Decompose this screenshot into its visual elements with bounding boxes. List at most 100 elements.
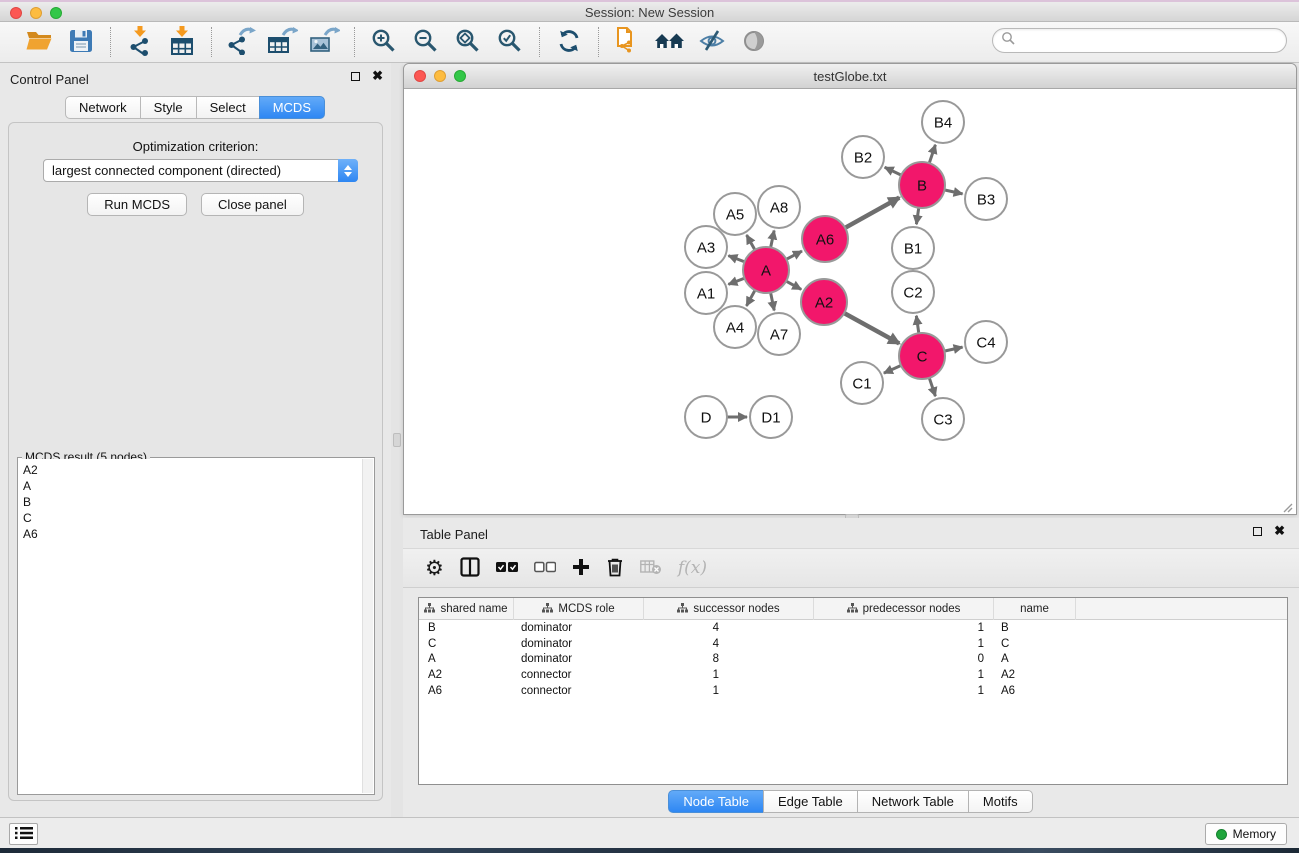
- add-column-button[interactable]: [572, 553, 590, 583]
- close-panel-button[interactable]: Close panel: [201, 193, 304, 216]
- table-cell[interactable]: 0: [814, 653, 994, 665]
- vertical-splitter[interactable]: [391, 63, 403, 817]
- node-A3[interactable]: A3: [685, 226, 727, 268]
- node-D[interactable]: D: [685, 396, 727, 438]
- edge-B-B3[interactable]: [943, 189, 963, 193]
- node-C4[interactable]: C4: [965, 321, 1007, 363]
- edge-C-C4[interactable]: [943, 347, 963, 351]
- table-cell[interactable]: 4: [644, 638, 814, 650]
- edge-A-A7[interactable]: [770, 291, 774, 311]
- table-cell[interactable]: 1: [814, 685, 994, 697]
- table-cell[interactable]: 1: [814, 622, 994, 634]
- node-B4[interactable]: B4: [922, 101, 964, 143]
- open-session-button[interactable]: [22, 26, 56, 58]
- edge-B-B2[interactable]: [885, 167, 903, 176]
- node-table[interactable]: shared nameMCDS rolesuccessor nodesprede…: [418, 597, 1288, 785]
- import-network-button[interactable]: [123, 26, 157, 58]
- column-header-MCDS-role[interactable]: MCDS role: [514, 598, 644, 620]
- node-B2[interactable]: B2: [842, 136, 884, 178]
- export-table-button[interactable]: [266, 26, 300, 58]
- node-A4[interactable]: A4: [714, 306, 756, 348]
- select-all-button[interactable]: [496, 553, 518, 583]
- tab-mcds[interactable]: MCDS: [259, 96, 325, 119]
- export-image-button[interactable]: [308, 26, 342, 58]
- table-cell[interactable]: A: [419, 653, 514, 665]
- table-cell[interactable]: dominator: [514, 638, 644, 650]
- table-cell[interactable]: A: [994, 653, 1076, 665]
- node-B[interactable]: B: [899, 162, 945, 208]
- node-A6[interactable]: A6: [802, 216, 848, 262]
- column-chooser-button[interactable]: [460, 553, 480, 583]
- table-cell[interactable]: connector: [514, 669, 644, 681]
- result-scrollbar[interactable]: [362, 459, 373, 793]
- edge-C-C3[interactable]: [929, 376, 936, 396]
- search-field[interactable]: [992, 28, 1287, 53]
- table-float-icon[interactable]: [1253, 527, 1262, 536]
- table-row[interactable]: Adominator80A: [419, 652, 1287, 668]
- result-item[interactable]: B: [23, 494, 362, 510]
- resize-grip-icon[interactable]: [1281, 500, 1293, 512]
- table-cell[interactable]: 1: [644, 669, 814, 681]
- edge-A6-B[interactable]: [843, 198, 899, 229]
- run-mcds-button[interactable]: Run MCDS: [87, 193, 187, 216]
- zoom-fit-button[interactable]: [451, 26, 485, 58]
- mcds-result-list[interactable]: A2ABCA6: [19, 459, 362, 793]
- zoom-selected-button[interactable]: [493, 26, 527, 58]
- clone-network-button[interactable]: [611, 26, 645, 58]
- tab-style[interactable]: Style: [140, 96, 197, 119]
- node-C3[interactable]: C3: [922, 398, 964, 440]
- table-close-icon[interactable]: ✖: [1274, 526, 1285, 536]
- edge-C-C1[interactable]: [884, 365, 903, 374]
- table-cell[interactable]: dominator: [514, 622, 644, 634]
- node-B3[interactable]: B3: [965, 178, 1007, 220]
- node-A7[interactable]: A7: [758, 313, 800, 355]
- table-cell[interactable]: 4: [644, 622, 814, 634]
- deselect-all-button[interactable]: [534, 553, 556, 583]
- table-cell[interactable]: dominator: [514, 653, 644, 665]
- task-history-button[interactable]: [9, 823, 38, 845]
- network-canvas[interactable]: A5A8A6A3AA1A4A7B4B2BB3B1C2A2C4CC1C3DD1: [405, 89, 1295, 514]
- table-row[interactable]: A6connector11A6: [419, 683, 1287, 699]
- column-header-shared-name[interactable]: shared name: [419, 598, 514, 620]
- node-A8[interactable]: A8: [758, 186, 800, 228]
- search-input[interactable]: [1016, 34, 1286, 48]
- tab-select[interactable]: Select: [196, 96, 260, 119]
- close-panel-icon[interactable]: ✖: [372, 71, 383, 81]
- table-cell[interactable]: B: [994, 622, 1076, 634]
- table-cell[interactable]: 8: [644, 653, 814, 665]
- node-A[interactable]: A: [743, 247, 789, 293]
- delete-row-button[interactable]: [606, 553, 624, 583]
- node-C1[interactable]: C1: [841, 362, 883, 404]
- refresh-network-button[interactable]: [552, 26, 586, 58]
- node-C2[interactable]: C2: [892, 271, 934, 313]
- column-header-successor-nodes[interactable]: successor nodes: [644, 598, 814, 620]
- hide-details-button[interactable]: [695, 26, 729, 58]
- tab-edge-table[interactable]: Edge Table: [763, 790, 858, 813]
- delete-column-button[interactable]: [640, 553, 662, 583]
- edge-A2-C[interactable]: [842, 312, 899, 343]
- tab-node-table[interactable]: Node Table: [668, 790, 764, 813]
- home-button[interactable]: [653, 26, 687, 58]
- splitter-handle[interactable]: [393, 433, 401, 447]
- node-A5[interactable]: A5: [714, 193, 756, 235]
- node-D1[interactable]: D1: [750, 396, 792, 438]
- node-A2[interactable]: A2: [801, 279, 847, 325]
- table-settings-button[interactable]: ⚙: [425, 553, 444, 583]
- show-details-button[interactable]: [737, 26, 771, 58]
- edge-B-B4[interactable]: [929, 145, 936, 165]
- function-builder-button[interactable]: f(x): [678, 553, 707, 583]
- table-cell[interactable]: C: [419, 638, 514, 650]
- zoom-out-button[interactable]: [409, 26, 443, 58]
- column-header-predecessor-nodes[interactable]: predecessor nodes: [814, 598, 994, 620]
- table-cell[interactable]: A2: [419, 669, 514, 681]
- column-header-name[interactable]: name: [994, 598, 1076, 620]
- table-cell[interactable]: connector: [514, 685, 644, 697]
- criterion-dropdown[interactable]: largest connected component (directed): [43, 159, 358, 182]
- result-item[interactable]: A2: [23, 462, 362, 478]
- node-A1[interactable]: A1: [685, 272, 727, 314]
- export-network-button[interactable]: [224, 26, 258, 58]
- result-item[interactable]: A: [23, 478, 362, 494]
- network-window-titlebar[interactable]: testGlobe.txt: [404, 64, 1296, 89]
- table-cell[interactable]: 1: [644, 685, 814, 697]
- import-table-button[interactable]: [165, 26, 199, 58]
